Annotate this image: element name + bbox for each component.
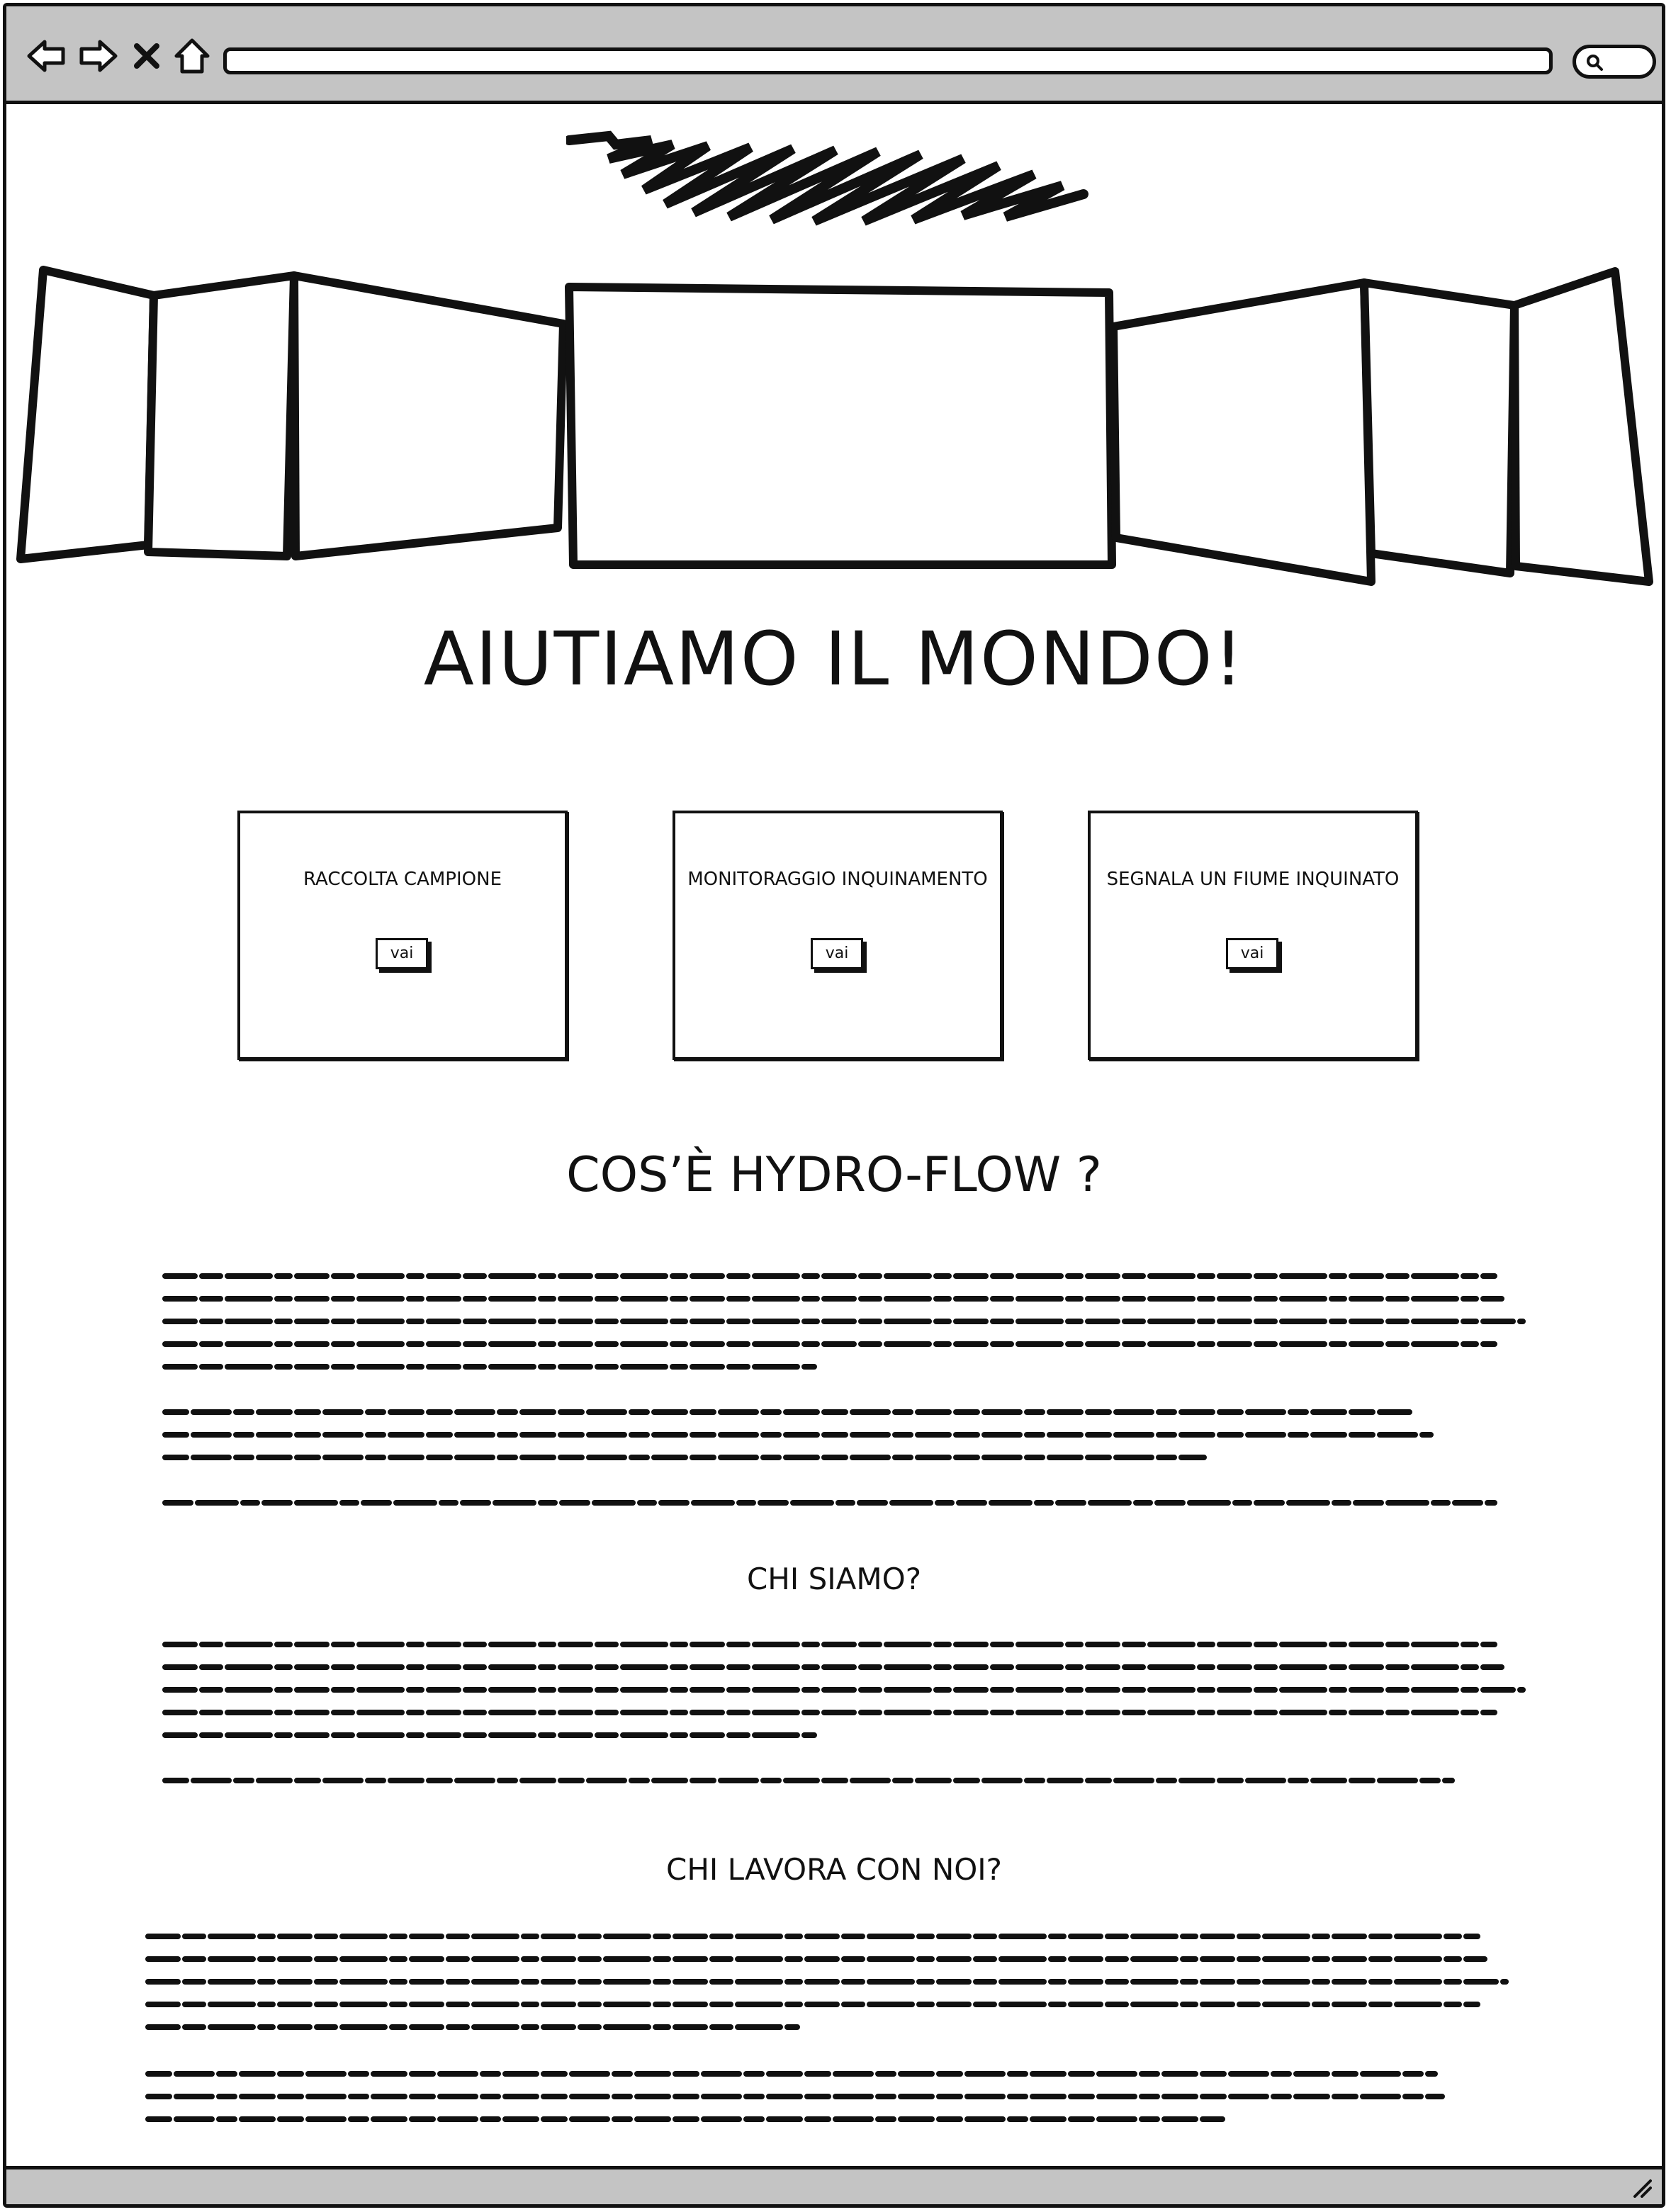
card-monitoraggio-inquinamento: MONITORAGGIO INQUINAMENTO vai <box>673 811 1003 1060</box>
section-title-about: COS’È HYDRO-FLOW ? <box>566 1147 1102 1203</box>
resize-grip-icon[interactable] <box>1631 2177 1652 2198</box>
home-icon[interactable] <box>171 35 213 77</box>
about-paragraph-1 <box>162 1268 1537 1374</box>
image-carousel[interactable] <box>6 247 1669 602</box>
who-paragraph-2 <box>162 1772 1537 1789</box>
search-box[interactable] <box>1572 45 1656 79</box>
about-paragraph-2 <box>162 1404 1537 1467</box>
search-icon <box>1587 55 1603 71</box>
carousel-slide <box>290 271 568 560</box>
section-title-work: CHI LAVORA CON NOI? <box>666 1852 1002 1887</box>
logo-scribble <box>566 130 1088 226</box>
back-arrow-icon[interactable] <box>25 35 67 77</box>
hero-title: AIUTIAMO IL MONDO! <box>423 616 1245 702</box>
who-paragraph-1 <box>162 1636 1537 1742</box>
status-bar <box>6 2166 1662 2204</box>
card-title: RACCOLTA CAMPIONE <box>303 869 502 890</box>
vai-button[interactable]: vai <box>811 938 863 969</box>
card-title: MONITORAGGIO INQUINAMENTO <box>687 869 988 890</box>
vai-button[interactable]: vai <box>1226 938 1278 969</box>
forward-arrow-icon[interactable] <box>77 35 120 77</box>
carousel-slide <box>1360 278 1519 577</box>
browser-toolbar <box>6 6 1662 104</box>
address-bar[interactable] <box>223 47 1553 74</box>
browser-window: AIUTIAMO IL MONDO! RACCOLTA CAMPIONE vai… <box>3 3 1665 2208</box>
close-icon[interactable] <box>131 35 162 77</box>
card-raccolta-campione: RACCOLTA CAMPIONE vai <box>237 811 568 1060</box>
carousel-slide <box>1510 267 1653 586</box>
section-title-who: CHI SIAMO? <box>746 1562 921 1596</box>
vai-button[interactable]: vai <box>376 938 428 969</box>
carousel-slide <box>16 266 158 563</box>
carousel-slide <box>1109 278 1375 586</box>
carousel-slide <box>565 283 1116 569</box>
about-paragraph-3 <box>162 1494 1537 1511</box>
card-segnala-fiume: SEGNALA UN FIUME INQUINATO vai <box>1088 811 1418 1060</box>
carousel-slide <box>144 271 298 560</box>
work-paragraph-1 <box>145 1928 1520 2034</box>
card-title: SEGNALA UN FIUME INQUINATO <box>1106 869 1400 890</box>
work-paragraph-2 <box>145 2065 1520 2129</box>
